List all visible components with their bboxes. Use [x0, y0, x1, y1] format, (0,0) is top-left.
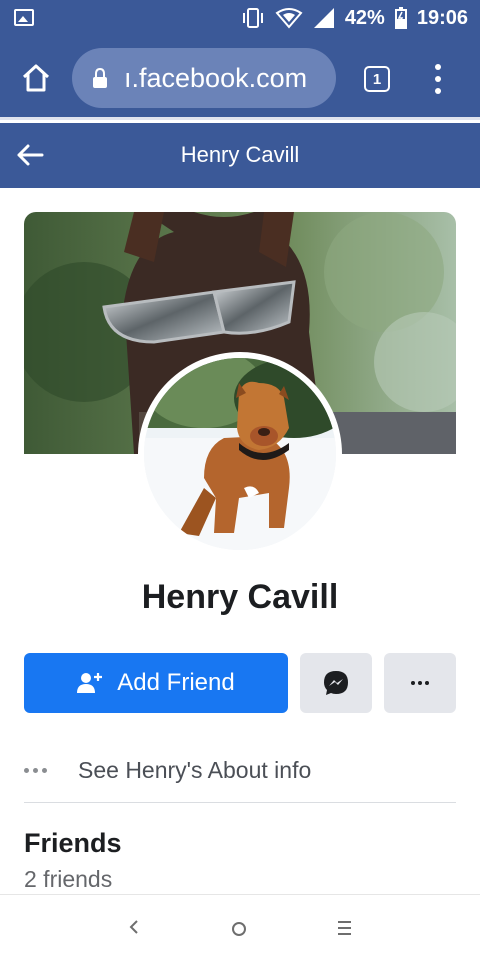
url-bar[interactable]: ı.facebook.com: [72, 48, 336, 108]
more-dots-icon: [24, 767, 54, 773]
page-header: Henry Cavill: [0, 123, 480, 188]
more-button[interactable]: [384, 653, 456, 713]
tab-switcher-button[interactable]: 1: [364, 66, 390, 92]
url-text: ı.facebook.com: [124, 62, 308, 93]
battery-percent: 42%: [344, 6, 385, 29]
profile-picture[interactable]: [138, 352, 342, 556]
about-info-label: See Henry's About info: [78, 756, 312, 783]
browser-toolbar: ı.facebook.com 1: [0, 36, 480, 120]
lock-icon: [93, 68, 107, 88]
status-bar: 42% 19:06: [0, 0, 480, 36]
signal-icon: [313, 8, 334, 28]
more-icon: [411, 681, 415, 685]
home-icon[interactable]: [20, 62, 52, 94]
about-info-link[interactable]: See Henry's About info: [24, 750, 456, 790]
battery-icon: [394, 7, 407, 29]
home-icon[interactable]: [232, 922, 246, 936]
add-friend-button[interactable]: Add Friend: [24, 653, 288, 713]
friends-heading: Friends: [24, 828, 122, 858]
clock: 19:06: [416, 6, 468, 29]
friends-count[interactable]: 2 friends: [24, 866, 112, 893]
back-icon[interactable]: [128, 919, 140, 935]
system-navigation-bar: [0, 894, 480, 960]
add-friend-label: Add Friend: [117, 669, 235, 696]
message-button[interactable]: [300, 653, 372, 713]
page-title: Henry Cavill: [180, 142, 300, 167]
divider: [24, 802, 456, 803]
gallery-icon: [14, 9, 34, 26]
messenger-icon: [324, 671, 348, 695]
add-person-icon: [77, 673, 103, 693]
menu-icon[interactable]: [428, 64, 448, 94]
status-icons: 42% 19:06: [241, 6, 468, 30]
hotspot-icon: [275, 8, 303, 29]
recents-icon[interactable]: [338, 921, 351, 935]
vibrate-icon: [242, 8, 263, 28]
profile-name: Henry Cavill: [141, 578, 339, 616]
